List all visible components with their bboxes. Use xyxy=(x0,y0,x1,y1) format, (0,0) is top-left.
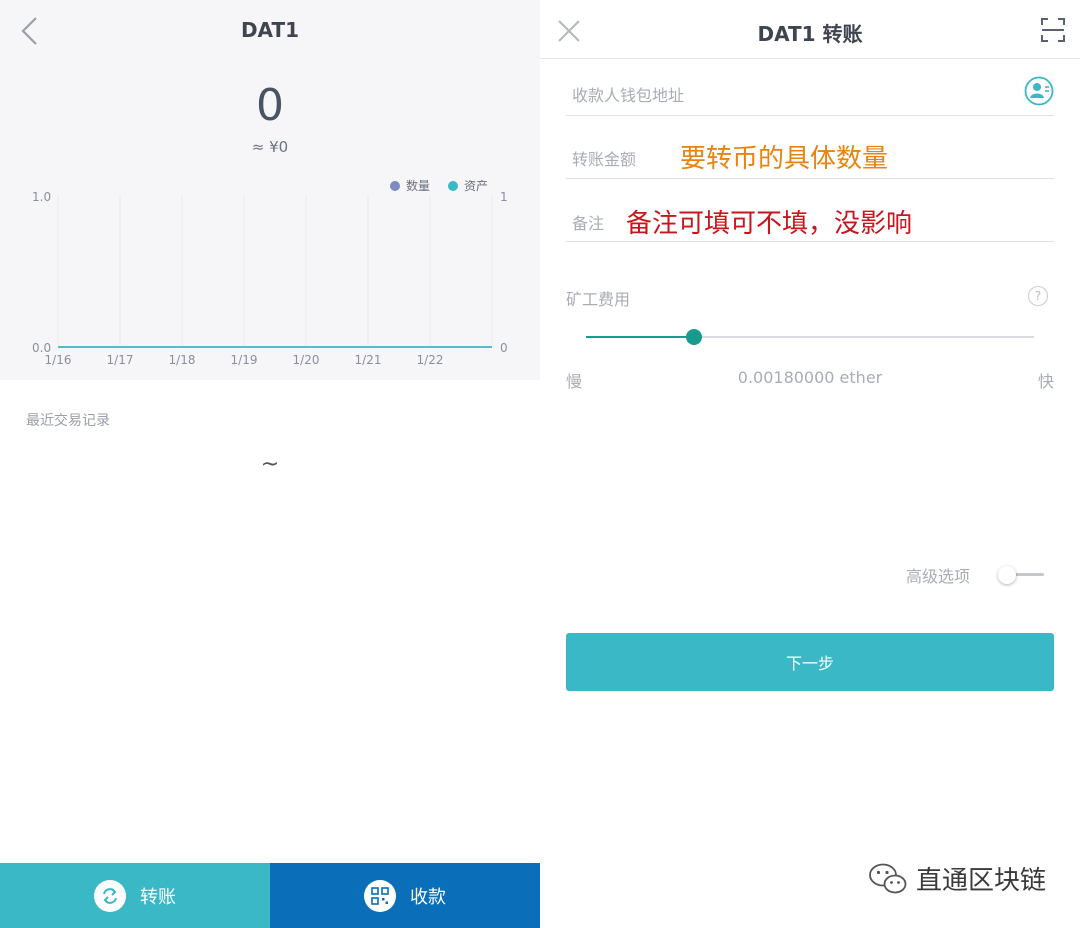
x-tick-label: 1/18 xyxy=(169,353,196,367)
transfer-icon xyxy=(94,879,126,912)
transfer-button-label: 转账 xyxy=(140,886,176,908)
next-step-button[interactable]: 下一步 xyxy=(566,633,1054,691)
slider-thumb[interactable] xyxy=(685,329,702,345)
bottom-action-bar: 转账 收款 xyxy=(0,863,540,928)
y-left-tick-label: 1.0 xyxy=(32,190,51,204)
amount-field[interactable]: 转账金额 要转币的具体数量 xyxy=(566,116,1054,179)
page-title: DAT1 xyxy=(240,18,300,42)
x-tick-label: 1/21 xyxy=(355,353,382,367)
help-icon[interactable]: ? xyxy=(1028,286,1048,306)
y-right-tick-label: 0 xyxy=(500,341,508,355)
miner-fee-slider[interactable] xyxy=(586,329,1034,345)
miner-fee-label: 矿工费用 xyxy=(566,290,631,309)
watermark-text: 直通区块链 xyxy=(915,866,1046,896)
x-tick-label: 1/16 xyxy=(45,353,72,367)
wechat-icon xyxy=(869,863,907,893)
advanced-options-label: 高级选项 xyxy=(905,567,970,586)
balance-chart: 1.00.0101/16 1/17 1/18 1/19 1/20 1/21 1/22 xyxy=(32,190,508,367)
memo-annotation: 备注可填可不填，没影响 xyxy=(626,209,913,239)
recipient-address-field[interactable]: 收款人钱包地址 xyxy=(566,60,1054,116)
qr-code-icon xyxy=(364,879,396,912)
receive-button[interactable]: 收款 xyxy=(270,863,540,928)
fee-value: 0.00180000 ether xyxy=(737,368,883,387)
advanced-options-toggle[interactable] xyxy=(998,566,1044,584)
page-title: DAT1 转账 xyxy=(757,22,863,46)
fiat-balance: ≈ ¥0 xyxy=(251,138,289,156)
recent-transactions-label: 最近交易记录 xyxy=(26,413,110,429)
memo-label: 备注 xyxy=(572,214,605,233)
amount-label: 转账金额 xyxy=(572,150,637,169)
x-tick-label: 1/17 xyxy=(107,353,134,367)
fee-fast-label: 快 xyxy=(1037,372,1054,391)
slider-fill xyxy=(586,336,694,338)
y-right-tick-label: 1 xyxy=(500,190,508,204)
x-tick-label: 1/19 xyxy=(231,353,258,367)
transfer-screen: DAT1 转账 收款人钱包地址 转账金额 要转币的具体数量 备注 备注可填可不填… xyxy=(540,0,1080,928)
transactions-empty-state: ~ xyxy=(260,452,280,477)
token-balance: 0 xyxy=(256,80,284,131)
x-tick-label: 1/22 xyxy=(417,353,444,367)
token-header-panel: DAT1 0 ≈ ¥0 数量 资产 1.0 0.0 1 0 1/16 1/17 1/18 1/… xyxy=(0,0,540,380)
contacts-icon[interactable] xyxy=(1024,76,1054,106)
receive-button-label: 收款 xyxy=(410,886,446,908)
watermark: 直通区块链 xyxy=(868,860,1046,897)
toggle-knob xyxy=(998,566,1016,584)
transfer-button[interactable]: 转账 xyxy=(0,863,270,928)
token-detail-screen: DAT1 0 ≈ ¥0 数量 资产 1.0 0.0 1 0 1/16 1/17 1/18 1/… xyxy=(0,0,540,928)
recipient-address-input[interactable]: 收款人钱包地址 xyxy=(572,82,684,106)
header-divider xyxy=(540,58,1080,59)
scan-icon[interactable] xyxy=(1040,16,1066,44)
memo-field[interactable]: 备注 备注可填可不填，没影响 xyxy=(566,179,1054,242)
amount-annotation: 要转币的具体数量 xyxy=(680,144,889,174)
x-tick-label: 1/20 xyxy=(293,353,320,367)
